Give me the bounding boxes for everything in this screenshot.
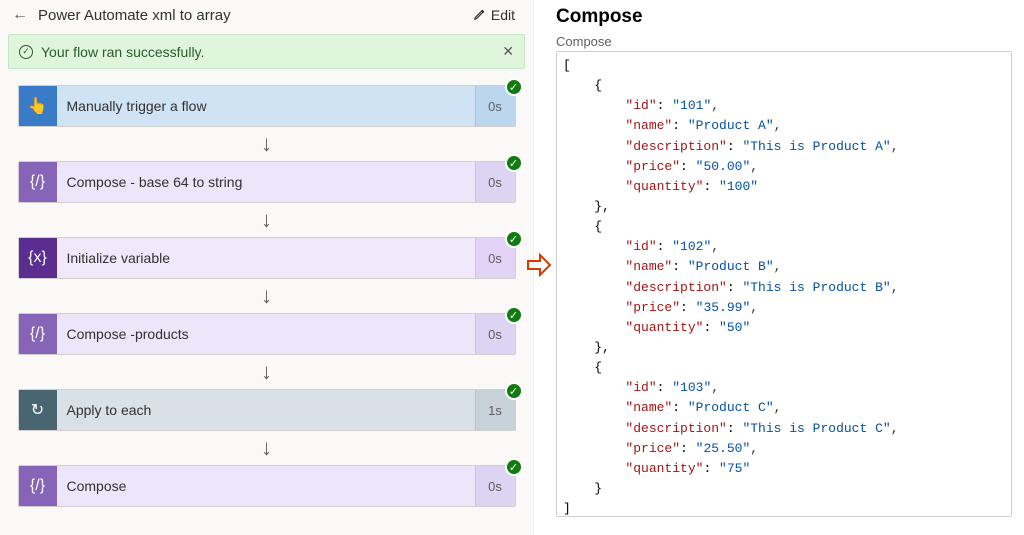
flow-step[interactable]: {/}Compose -products0s✓ [18,313,516,355]
flow-step[interactable]: ↻Apply to each1s✓ [18,389,516,431]
flow-step[interactable]: {x}Initialize variable0s✓ [18,237,516,279]
back-arrow-icon[interactable]: ← [12,6,28,24]
edit-label: Edit [491,7,515,23]
arrow-down-icon: ↓ [261,437,272,459]
flow-step[interactable]: {/}Compose0s✓ [18,465,516,507]
output-title: Compose [556,6,1012,28]
step-label: Compose - base 64 to string [57,162,475,202]
step-label: Manually trigger a flow [57,86,475,126]
header-row: ← Power Automate xml to array Edit [0,0,533,30]
json-output-box[interactable]: [ { "id": "101", "name": "Product A", "d… [556,51,1012,517]
close-icon[interactable]: ✕ [502,43,514,60]
flow-steps-column: 👆Manually trigger a flow0s✓↓{/}Compose -… [0,75,533,535]
arrow-down-icon: ↓ [261,209,272,231]
flow-step[interactable]: {/}Compose - base 64 to string0s✓ [18,161,516,203]
step-type-icon: {/} [19,466,57,506]
step-type-icon: {/} [19,314,57,354]
step-label: Initialize variable [57,238,475,278]
step-label: Compose -products [57,314,475,354]
step-success-badge-icon: ✓ [505,458,523,476]
step-type-icon: ↻ [19,390,57,430]
output-panel: Compose Compose [ { "id": "101", "name":… [534,0,1024,535]
pointer-arrow-icon [524,250,554,280]
status-text: Your flow ran successfully. [41,44,204,60]
step-label: Apply to each [57,390,475,430]
step-type-icon: 👆 [19,86,57,126]
flow-step[interactable]: 👆Manually trigger a flow0s✓ [18,85,516,127]
edit-button[interactable]: Edit [473,7,521,24]
arrow-down-icon: ↓ [261,133,272,155]
step-success-badge-icon: ✓ [505,306,523,324]
output-subtitle: Compose [556,34,1012,49]
step-type-icon: {x} [19,238,57,278]
step-label: Compose [57,466,475,506]
step-type-icon: {/} [19,162,57,202]
step-success-badge-icon: ✓ [505,154,523,172]
step-success-badge-icon: ✓ [505,230,523,248]
status-bar: ✓ Your flow ran successfully. ✕ [8,34,525,69]
success-check-icon: ✓ [19,45,33,59]
step-success-badge-icon: ✓ [505,78,523,96]
flow-run-panel: ← Power Automate xml to array Edit ✓ You… [0,0,534,535]
arrow-down-icon: ↓ [261,361,272,383]
pencil-icon [473,7,487,24]
step-success-badge-icon: ✓ [505,382,523,400]
flow-title: Power Automate xml to array [38,7,463,24]
arrow-down-icon: ↓ [261,285,272,307]
